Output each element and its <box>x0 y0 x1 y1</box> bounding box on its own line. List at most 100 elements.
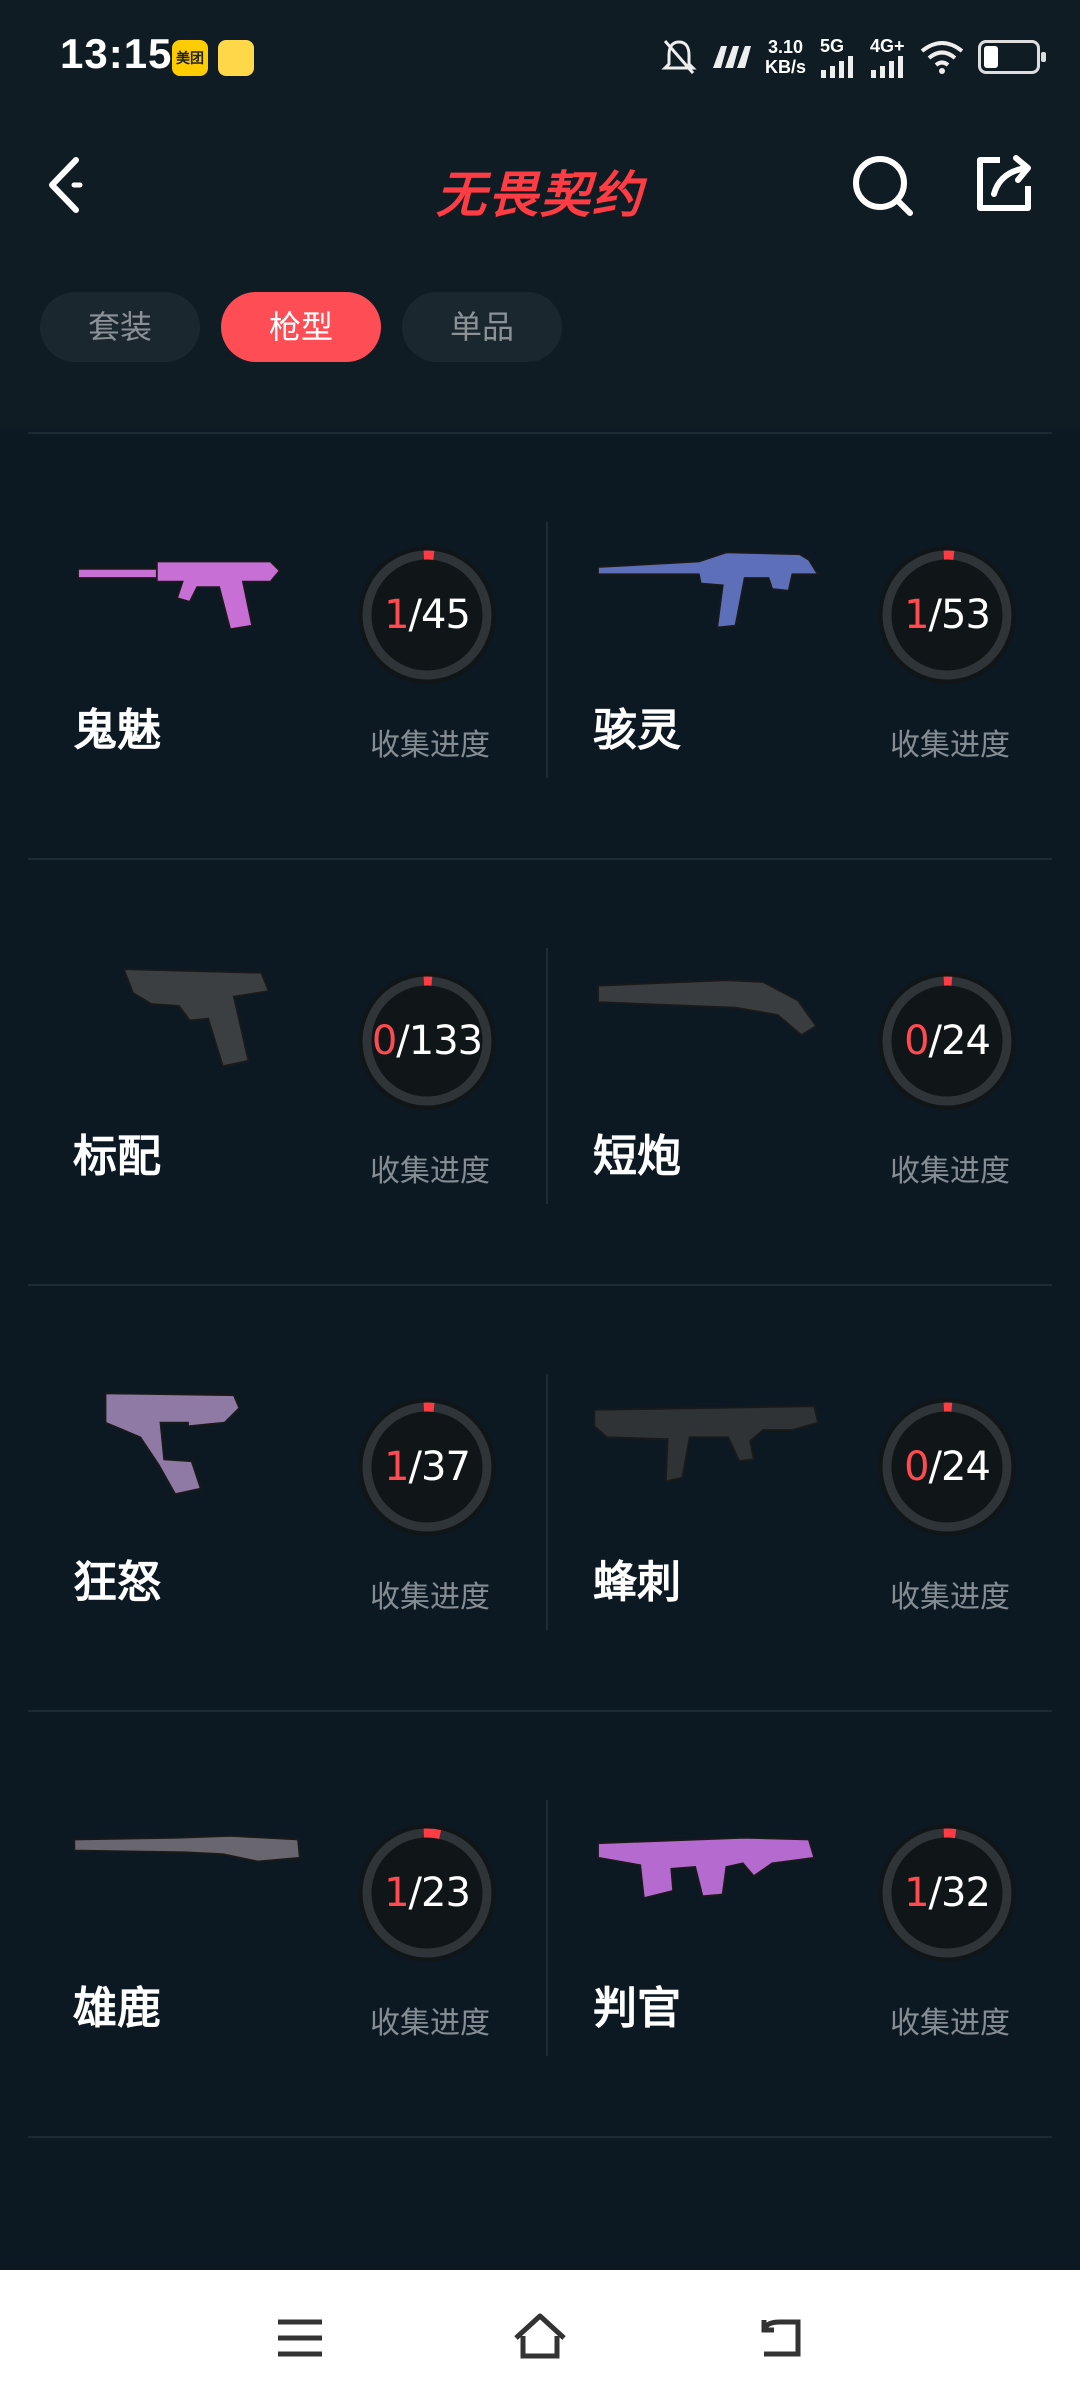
weapon-card[interactable]: 判官 1/32 收集进度 <box>548 1712 1060 2138</box>
weapon-card[interactable]: 狂怒 1/37 收集进度 <box>28 1286 540 1712</box>
collection-progress-ring: 1/32 <box>878 1824 1016 1962</box>
progress-separator: / <box>928 1444 943 1490</box>
progress-value: 0/133 <box>358 972 496 1110</box>
collected-count: 0 <box>904 1018 929 1064</box>
progress-label: 收集进度 <box>370 729 490 762</box>
progress-separator: / <box>408 592 423 638</box>
progress-value: 1/32 <box>878 1824 1016 1962</box>
weapon-name: 判官 <box>593 1984 681 2033</box>
weapon-name: 鬼魅 <box>73 706 161 755</box>
battery-icon <box>978 40 1046 74</box>
system-nav-bar <box>0 2270 1080 2400</box>
weapon-card[interactable]: 短炮 0/24 收集进度 <box>548 860 1060 1286</box>
progress-label: 收集进度 <box>890 1581 1010 1614</box>
weapon-name: 雄鹿 <box>73 1984 161 2033</box>
weapon-card[interactable]: 标配 0/133 收集进度 <box>28 860 540 1286</box>
network-type-2: 4G+ <box>870 36 905 56</box>
collected-count: 0 <box>904 1444 929 1490</box>
status-right: 3.10 KB/s 5G 4G+ <box>661 32 1046 82</box>
total-count: 53 <box>941 592 991 638</box>
total-count: 133 <box>408 1018 483 1064</box>
carrier-logo-icon <box>712 46 751 68</box>
weapon-card[interactable]: 雄鹿 1/23 收集进度 <box>28 1712 540 2138</box>
network-type-1: 5G <box>820 36 845 56</box>
collected-count: 1 <box>904 592 929 638</box>
progress-label: 收集进度 <box>890 729 1010 762</box>
spectre-smg-icon <box>597 551 820 629</box>
mute-bell-icon <box>661 40 697 74</box>
collected-count: 1 <box>384 1444 409 1490</box>
collection-progress-ring: 1/53 <box>878 546 1016 684</box>
weapon-card[interactable]: 蜂刺 0/24 收集进度 <box>548 1286 1060 1712</box>
filter-tabs: 套装 枪型 单品 <box>0 255 1080 430</box>
weapon-name: 短炮 <box>593 1132 681 1181</box>
collection-progress-ring: 1/37 <box>358 1398 496 1536</box>
progress-label: 收集进度 <box>890 1155 1010 1188</box>
total-count: 37 <box>421 1444 471 1490</box>
weapon-card[interactable]: 鬼魅 1/45 收集进度 <box>28 434 540 860</box>
meituan-app-icon: 美团 <box>172 40 208 76</box>
progress-value: 1/37 <box>358 1398 496 1536</box>
progress-label: 收集进度 <box>890 2007 1010 2040</box>
progress-separator: / <box>396 1018 410 1064</box>
home-icon[interactable] <box>510 2308 570 2368</box>
total-count: 24 <box>941 1444 991 1490</box>
weapon-row: 雄鹿 1/23 收集进度 判官 1/32 收集进度 <box>28 1710 1052 2136</box>
progress-label: 收集进度 <box>370 2007 490 2040</box>
weapon-row: 标配 0/133 收集进度 短炮 0/24 收集进度 <box>28 858 1052 1284</box>
signal-5g: 5G <box>820 36 856 78</box>
signal-bars-2-icon <box>871 56 903 78</box>
total-count: 24 <box>941 1018 991 1064</box>
tab-weapon-types[interactable]: 枪型 <box>221 292 381 362</box>
collected-count: 1 <box>904 1870 929 1916</box>
weapon-row: 狂怒 1/37 收集进度 蜂刺 0/24 收集进度 <box>28 1284 1052 1710</box>
classic-pistol-icon <box>122 968 270 1068</box>
collection-progress-ring: 1/45 <box>358 546 496 684</box>
frenzy-pistol-icon <box>104 1392 241 1496</box>
weapon-grid: 鬼魅 1/45 收集进度 骇灵 1/53 收集进度 标配 0/133 收集进度 短炮 0/24 收集进… <box>28 432 1052 2138</box>
net-speed-unit: KB/s <box>764 57 806 77</box>
progress-label: 收集进度 <box>370 1155 490 1188</box>
page-title: 无畏契约 <box>436 167 644 223</box>
net-speed-value: 3.10 <box>767 37 804 57</box>
search-icon[interactable] <box>850 150 916 220</box>
share-icon[interactable] <box>970 148 1036 218</box>
weapon-name: 蜂刺 <box>593 1558 681 1607</box>
back-nav-icon[interactable] <box>750 2308 810 2368</box>
menu-icon[interactable] <box>270 2308 330 2368</box>
bucky-shotgun-icon <box>73 1834 301 1863</box>
progress-value: 0/24 <box>878 972 1016 1110</box>
weapon-name: 狂怒 <box>73 1558 161 1607</box>
weapon-row: 鬼魅 1/45 收集进度 骇灵 1/53 收集进度 <box>28 432 1052 858</box>
shorty-shotgun-icon <box>597 979 818 1037</box>
tab-suits[interactable]: 套装 <box>40 292 200 362</box>
top-nav: 无畏契约 <box>0 120 1080 255</box>
progress-label: 收集进度 <box>370 1581 490 1614</box>
signal-4g: 4G+ <box>870 36 906 78</box>
collection-progress-ring: 0/24 <box>878 1398 1016 1536</box>
progress-value: 1/45 <box>358 546 496 684</box>
tab-single-items[interactable]: 单品 <box>402 292 562 362</box>
collection-progress-ring: 0/133 <box>358 972 496 1110</box>
progress-value: 1/53 <box>878 546 1016 684</box>
collected-count: 1 <box>384 592 409 638</box>
progress-value: 0/24 <box>878 1398 1016 1536</box>
progress-separator: / <box>928 592 943 638</box>
weapon-name: 骇灵 <box>593 706 681 755</box>
collected-count: 1 <box>384 1870 409 1916</box>
collection-progress-ring: 1/23 <box>358 1824 496 1962</box>
judge-shotgun-icon <box>597 1836 816 1900</box>
stinger-smg-icon <box>593 1405 820 1483</box>
progress-value: 1/23 <box>358 1824 496 1962</box>
progress-separator: / <box>928 1018 943 1064</box>
weapon-card[interactable]: 骇灵 1/53 收集进度 <box>548 434 1060 860</box>
collected-count: 0 <box>371 1018 397 1064</box>
net-speed: 3.10 KB/s <box>765 37 806 77</box>
progress-separator: / <box>408 1444 423 1490</box>
notification-app-icon <box>218 40 254 76</box>
signal-bars-icon <box>821 56 853 78</box>
collection-progress-ring: 0/24 <box>878 972 1016 1110</box>
ghost-pistol-icon <box>77 560 281 631</box>
total-count: 45 <box>421 592 471 638</box>
total-count: 23 <box>421 1870 471 1916</box>
